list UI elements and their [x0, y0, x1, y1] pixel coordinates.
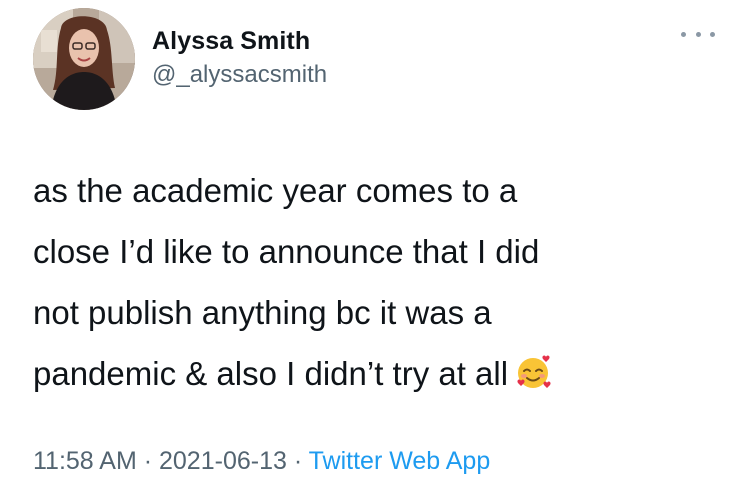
tweet-card: Alyssa Smith @_alyssacsmith as the acade… — [0, 0, 750, 488]
meta-separator: · — [136, 447, 159, 475]
tweet-line: as the academic year comes to a — [33, 172, 518, 209]
source-app-link[interactable]: Twitter Web App — [309, 447, 491, 475]
tweet-line: not publish anything bc it was a — [33, 294, 492, 331]
more-dot — [710, 31, 715, 37]
tweet-meta: 11:58 AM · 2021-06-13 · Twitter Web App — [33, 447, 490, 476]
more-options-icon[interactable] — [681, 27, 715, 41]
tweet-line: close I’d like to announce that I did — [33, 233, 540, 270]
tweet-text: as the academic year comes to a close I’… — [33, 160, 723, 404]
meta-separator: · — [286, 447, 309, 475]
author-name[interactable]: Alyssa Smith — [152, 27, 310, 56]
avatar[interactable] — [33, 8, 135, 110]
tweet-time[interactable]: 11:58 AM — [33, 447, 137, 475]
tweet-line-last: pandemic & also I didn’t try at all — [33, 343, 723, 404]
tweet-date[interactable]: 2021-06-13 — [159, 447, 287, 475]
tweet-line-text: pandemic & also I didn’t try at all — [33, 355, 509, 392]
smiling-face-with-hearts-icon — [514, 349, 552, 388]
more-dot — [695, 31, 701, 37]
author-handle[interactable]: @_alyssacsmith — [152, 61, 327, 89]
avatar-photo — [33, 8, 135, 110]
more-dot — [681, 31, 686, 37]
